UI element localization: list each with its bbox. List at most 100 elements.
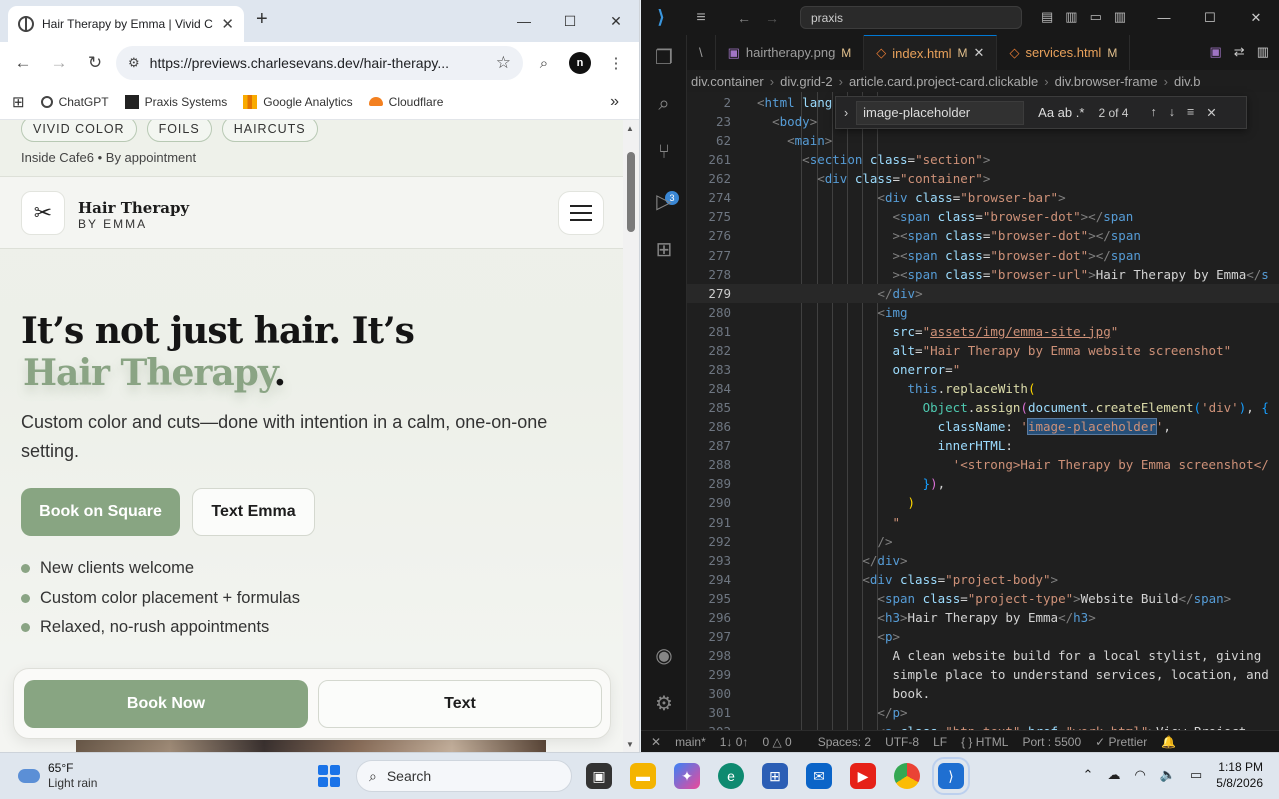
- split-editor-icon[interactable]: ▥: [1257, 44, 1269, 60]
- code-line[interactable]: 275 <span class="browser-dot"></span: [687, 207, 1279, 226]
- code-line[interactable]: 282 alt="Hair Therapy by Emma website sc…: [687, 341, 1279, 360]
- scrollbar-thumb[interactable]: [627, 152, 635, 232]
- run-debug-icon[interactable]: ▷: [641, 189, 687, 214]
- code-line[interactable]: 279 </div>: [687, 283, 1279, 303]
- code-line[interactable]: 262 <div class="container">: [687, 169, 1279, 188]
- prettier-status[interactable]: ✓ Prettier: [1095, 735, 1147, 749]
- youtube-icon[interactable]: ▶: [850, 763, 876, 789]
- text-button[interactable]: Text: [318, 680, 602, 728]
- eol-status[interactable]: LF: [933, 735, 947, 749]
- find-input[interactable]: image-placeholder: [856, 100, 1025, 125]
- next-match-icon[interactable]: ↓: [1169, 105, 1175, 120]
- toggle-sidebar-icon[interactable]: ▥: [1065, 9, 1077, 25]
- breadcrumb-item[interactable]: div.container: [691, 74, 764, 89]
- live-server-status[interactable]: Port : 5500: [1022, 735, 1081, 749]
- code-line[interactable]: 298 A clean website build for a local st…: [687, 646, 1279, 665]
- code-line[interactable]: 294 <div class="project-body">: [687, 570, 1279, 589]
- explorer-icon[interactable]: ❐: [641, 45, 687, 70]
- close-tab-icon[interactable]: ✕: [221, 15, 234, 33]
- code-line[interactable]: 280 <img: [687, 303, 1279, 322]
- wifi-icon[interactable]: ◠: [1134, 767, 1145, 783]
- code-line[interactable]: 288 '<strong>Hair Therapy by Emma screen…: [687, 455, 1279, 474]
- scroll-up-icon[interactable]: ▲: [626, 124, 634, 133]
- close-window-icon[interactable]: ✕: [1233, 0, 1279, 35]
- tab-backslash[interactable]: \: [687, 35, 716, 70]
- outlook-icon[interactable]: ✉: [806, 763, 832, 789]
- code-line[interactable]: 274 <div class="browser-bar">: [687, 188, 1279, 207]
- bookmark-analytics[interactable]: Google Analytics: [243, 94, 353, 109]
- hamburger-menu-icon[interactable]: [558, 191, 604, 235]
- breadcrumb-item[interactable]: div.b: [1174, 74, 1201, 89]
- new-tab-icon[interactable]: +: [256, 8, 268, 31]
- code-line[interactable]: 284 this.replaceWith(: [687, 379, 1279, 398]
- forward-icon[interactable]: →: [765, 10, 779, 26]
- tab-services-html[interactable]: ◇ services.html M: [997, 35, 1131, 70]
- clock[interactable]: 1:18 PM 5/8/2026: [1216, 759, 1263, 791]
- toggle-secondary-sidebar-icon[interactable]: ▥: [1114, 9, 1126, 25]
- code-line[interactable]: 281 src="assets/img/emma-site.jpg": [687, 322, 1279, 341]
- code-line[interactable]: 295 <span class="project-type">Website B…: [687, 589, 1279, 608]
- bookmark-chatgpt[interactable]: ChatGPT: [40, 95, 109, 109]
- chrome-menu-icon[interactable]: ⋮: [601, 48, 631, 78]
- close-window-icon[interactable]: ✕: [593, 0, 639, 42]
- address-bar[interactable]: ⚙ https://previews.charlesevans.dev/hair…: [116, 46, 523, 80]
- customize-layout-icon[interactable]: ▤: [1041, 9, 1053, 25]
- url-text[interactable]: https://previews.charlesevans.dev/hair-t…: [150, 55, 486, 71]
- breadcrumb-item[interactable]: div.grid-2: [780, 74, 833, 89]
- code-line[interactable]: 301 </p>: [687, 703, 1279, 722]
- code-line[interactable]: 285 Object.assign(document.createElement…: [687, 398, 1279, 417]
- lens-search-icon[interactable]: ⌕: [529, 48, 559, 78]
- find-in-selection-icon[interactable]: ≡: [1187, 105, 1194, 120]
- chrome-icon[interactable]: [894, 763, 920, 789]
- previous-match-icon[interactable]: ↑: [1150, 105, 1156, 120]
- encoding-status[interactable]: UTF-8: [885, 735, 919, 749]
- notifications-icon[interactable]: 🔔: [1161, 735, 1176, 749]
- language-status[interactable]: { } HTML: [961, 735, 1008, 749]
- code-line[interactable]: 290 ): [687, 493, 1279, 512]
- profile-avatar[interactable]: n: [569, 52, 591, 74]
- volume-icon[interactable]: 🔈: [1160, 767, 1176, 783]
- edge-icon[interactable]: e: [718, 763, 744, 789]
- tab-hairtherapy-png[interactable]: ▣ hairtherapy.png M: [716, 35, 865, 70]
- code-line[interactable]: 277 ><span class="browser-dot"></span: [687, 246, 1279, 265]
- more-bookmarks-icon[interactable]: »: [610, 93, 619, 111]
- book-now-button[interactable]: Book Now: [24, 680, 308, 728]
- bookmark-praxis[interactable]: Praxis Systems: [124, 94, 227, 109]
- breadcrumb-item[interactable]: div.browser-frame: [1055, 74, 1158, 89]
- code-line[interactable]: 283 onerror=": [687, 360, 1279, 379]
- menu-icon[interactable]: ≡: [681, 9, 721, 27]
- apps-grid-icon[interactable]: ⊞: [12, 93, 25, 111]
- indentation-status[interactable]: Spaces: 2: [818, 735, 871, 749]
- settings-gear-icon[interactable]: ⚙: [641, 691, 687, 716]
- tab-index-html[interactable]: ◇ index.html M ✕: [864, 35, 998, 70]
- code-line[interactable]: 292 />: [687, 532, 1279, 551]
- open-preview-icon[interactable]: ▣: [1210, 44, 1222, 60]
- code-line[interactable]: 286 className: 'image-placeholder',: [687, 417, 1279, 436]
- account-icon[interactable]: ◉: [641, 643, 687, 668]
- maximize-icon[interactable]: ☐: [547, 0, 593, 42]
- show-hidden-icons-icon[interactable]: ⌃: [1083, 767, 1094, 783]
- code-line[interactable]: 278 ><span class="browser-url">Hair Ther…: [687, 265, 1279, 284]
- back-icon[interactable]: ←: [8, 48, 38, 78]
- code-line[interactable]: 302 <a class="btn-text" href="work.html"…: [687, 722, 1279, 730]
- taskbar-search[interactable]: ⌕ Search: [356, 760, 572, 792]
- search-icon[interactable]: ⌕: [641, 93, 687, 116]
- vscode-taskbar-icon[interactable]: ⟩: [932, 757, 970, 795]
- task-view-icon[interactable]: ▣: [586, 763, 612, 789]
- code-line[interactable]: 293 </div>: [687, 551, 1279, 570]
- browser-tab[interactable]: Hair Therapy by Emma | Vivid C ✕: [8, 6, 244, 42]
- command-center-search[interactable]: praxis: [800, 6, 1022, 29]
- scissors-logo-icon[interactable]: ✂: [21, 191, 65, 235]
- toggle-replace-icon[interactable]: ›: [844, 106, 848, 120]
- code-line[interactable]: 296 <h3>Hair Therapy by Emma</h3>: [687, 608, 1279, 627]
- close-find-icon[interactable]: ✕: [1206, 105, 1216, 120]
- bookmark-cloudflare[interactable]: Cloudflare: [368, 95, 443, 109]
- battery-icon[interactable]: ▭: [1190, 767, 1202, 783]
- minimize-icon[interactable]: —: [1141, 0, 1187, 35]
- close-tab-icon[interactable]: ✕: [974, 45, 985, 61]
- code-line[interactable]: 261 <section class="section">: [687, 150, 1279, 169]
- problems-status[interactable]: 0 △ 0: [762, 735, 791, 749]
- scroll-down-icon[interactable]: ▼: [626, 740, 634, 749]
- code-line[interactable]: 291 ": [687, 513, 1279, 532]
- page-scrollbar[interactable]: ▲ ▼: [623, 120, 639, 752]
